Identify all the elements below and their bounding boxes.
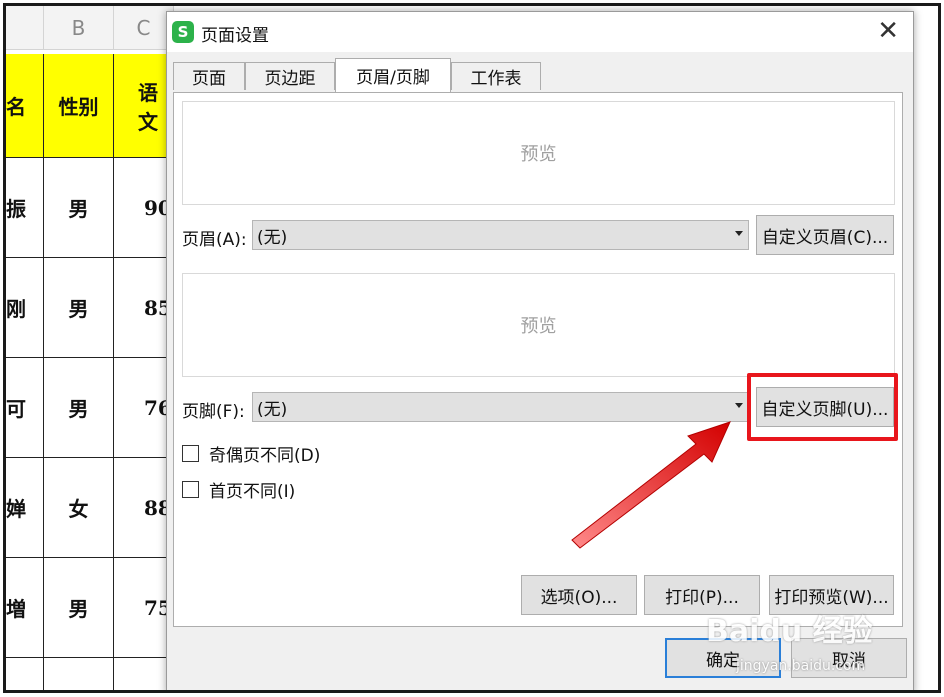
- dropdown-arrow-icon: [735, 403, 743, 408]
- footer-label: 页脚(F):: [182, 402, 245, 422]
- cell-gender-2[interactable]: 男: [44, 258, 114, 358]
- cell-score-5[interactable]: 75: [114, 558, 174, 658]
- tab-header-footer[interactable]: 页眉/页脚: [335, 58, 451, 92]
- header-select[interactable]: (无): [252, 220, 749, 250]
- column-header-c[interactable]: C: [114, 6, 174, 50]
- header-cell-name[interactable]: 名: [6, 54, 44, 158]
- footer-select[interactable]: (无): [252, 392, 749, 422]
- column-header-b[interactable]: B: [44, 6, 114, 50]
- header-preview: 预览: [182, 101, 895, 205]
- cell-name-1[interactable]: 振: [6, 158, 44, 258]
- column-header-a[interactable]: [6, 6, 44, 50]
- header-label: 页眉(A):: [182, 230, 247, 250]
- odd-even-label: 奇偶页不同(D): [209, 446, 321, 466]
- cell-name-2[interactable]: 刚: [6, 258, 44, 358]
- highlight-box: [747, 373, 898, 441]
- cell-name-3[interactable]: 可: [6, 358, 44, 458]
- footer-preview: 预览: [182, 273, 895, 377]
- checkbox-box[interactable]: [182, 481, 199, 498]
- baidu-watermark-url: jingyan.baidu.com: [736, 658, 866, 674]
- first-page-label: 首页不同(I): [209, 482, 296, 502]
- dialog-titlebar[interactable]: S 页面设置 ✕: [167, 12, 913, 52]
- header-select-value: (无): [257, 227, 288, 248]
- odd-even-checkbox[interactable]: 奇偶页不同(D): [182, 441, 320, 466]
- cell-score-3[interactable]: 76: [114, 358, 174, 458]
- tab-margins[interactable]: 页边距: [245, 62, 335, 90]
- header-footer-panel: 预览 页眉(A): (无) 自定义页眉(C)... 预览 页脚(F): (无) …: [173, 92, 903, 627]
- cell-gender-4[interactable]: 女: [44, 458, 114, 558]
- tab-page[interactable]: 页面: [173, 62, 245, 90]
- header-cell-chinese[interactable]: 语文: [114, 54, 174, 158]
- cell-gender-3[interactable]: 男: [44, 358, 114, 458]
- screenshot-frame: B C 名 性别 语文 振 男 90 刚 男 85 可 男 76 婵 女 88 …: [3, 3, 941, 693]
- header-cell-gender[interactable]: 性别: [44, 54, 114, 158]
- cell-score-1[interactable]: 90: [114, 158, 174, 258]
- cell-empty-row[interactable]: [44, 658, 114, 690]
- cell-name-4[interactable]: 婵: [6, 458, 44, 558]
- wps-spreadsheet-icon: S: [172, 21, 194, 43]
- cell-score-4[interactable]: 88: [114, 458, 174, 558]
- cell-empty-row[interactable]: [6, 658, 44, 690]
- dropdown-arrow-icon: [735, 231, 743, 236]
- options-button[interactable]: 选项(O)...: [521, 575, 637, 615]
- page-setup-dialog: S 页面设置 ✕ 页面 页边距 页眉/页脚 工作表 预览 页眉(A): (无) …: [166, 11, 914, 690]
- custom-header-button[interactable]: 自定义页眉(C)...: [756, 215, 894, 255]
- cell-gender-1[interactable]: 男: [44, 158, 114, 258]
- tab-sheet[interactable]: 工作表: [451, 62, 541, 90]
- cell-empty-row[interactable]: [114, 658, 174, 690]
- checkbox-box[interactable]: [182, 445, 199, 462]
- close-icon[interactable]: ✕: [877, 16, 899, 46]
- cell-name-5[interactable]: 増: [6, 558, 44, 658]
- footer-select-value: (无): [257, 399, 288, 420]
- first-page-checkbox[interactable]: 首页不同(I): [182, 477, 295, 502]
- baidu-watermark-logo: Baidu 经验: [706, 614, 873, 649]
- cell-score-2[interactable]: 85: [114, 258, 174, 358]
- cell-gender-5[interactable]: 男: [44, 558, 114, 658]
- dialog-title: 页面设置: [201, 26, 269, 46]
